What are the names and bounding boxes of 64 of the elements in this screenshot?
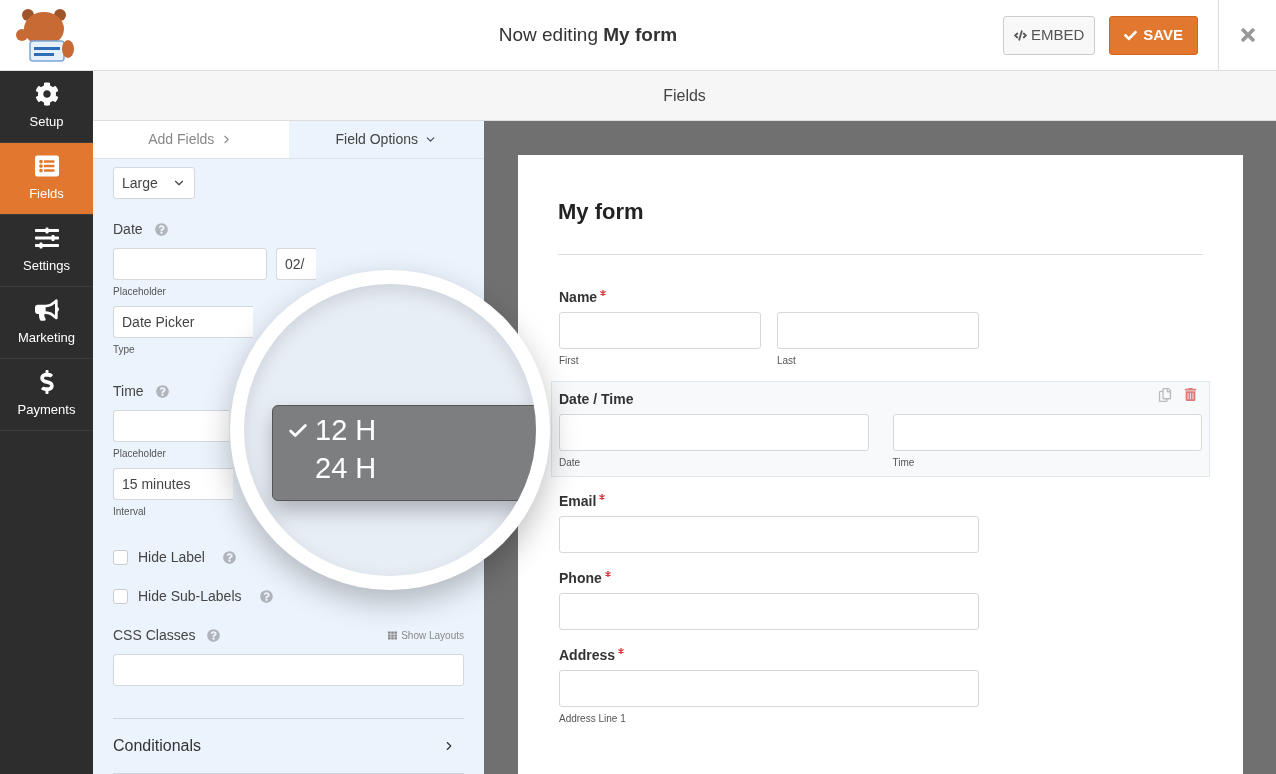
- placeholder-field[interactable]: [113, 248, 267, 280]
- panel-tab[interactable]: Add Fields: [93, 121, 289, 158]
- conditionals-row[interactable]: Conditionals: [113, 719, 464, 773]
- sublabel: Type: [113, 343, 136, 357]
- text-field[interactable]: [559, 670, 979, 707]
- sublabel: Time: [892, 456, 916, 470]
- field-label: Address: [559, 646, 616, 664]
- sublabel: Last: [777, 354, 797, 368]
- checkbox[interactable]: [113, 589, 128, 604]
- grid-icon: [388, 631, 398, 640]
- window-title: Now editing My form: [498, 22, 678, 47]
- text-field[interactable]: [559, 593, 979, 630]
- checkbox[interactable]: [113, 550, 128, 565]
- option-label: Date: [113, 220, 143, 239]
- menu-item-label: 12 H: [315, 413, 377, 449]
- menu-item-label: 24 H: [315, 451, 377, 487]
- field-label: Name: [559, 288, 598, 306]
- embed-button[interactable]: EMBED: [1002, 15, 1096, 55]
- option-label: CSS Classes: [113, 626, 196, 645]
- help-icon[interactable]: [154, 223, 168, 236]
- interval-select[interactable]: 15 minutes: [113, 468, 233, 500]
- field-label: Phone: [559, 569, 602, 587]
- type-select[interactable]: Date Picker: [113, 306, 253, 338]
- gear-icon: [34, 81, 59, 106]
- text-field[interactable]: [777, 312, 979, 349]
- sublabel: Placeholder: [113, 447, 167, 461]
- text-field[interactable]: [559, 414, 869, 451]
- checkbox-label: Hide Label: [138, 548, 205, 567]
- delete-icon[interactable]: [1184, 388, 1197, 401]
- size-select[interactable]: Large: [113, 167, 195, 199]
- list-icon: [34, 153, 59, 178]
- megaphone-icon: [34, 297, 59, 322]
- code-icon: [1013, 28, 1027, 42]
- checkbox-label: Hide Sub-Labels: [138, 587, 242, 606]
- field-label: Email: [559, 492, 597, 510]
- help-icon[interactable]: [259, 590, 273, 603]
- help-icon[interactable]: [207, 629, 221, 642]
- menu-item[interactable]: 24 H: [273, 450, 413, 488]
- sliders-icon: [34, 225, 59, 250]
- help-icon[interactable]: [222, 551, 236, 564]
- text-field[interactable]: [559, 312, 761, 349]
- form-title: My form: [558, 198, 645, 226]
- check-icon: [1124, 28, 1138, 42]
- sublabel: Date: [559, 456, 582, 470]
- form-field[interactable]: Name First Last: [551, 285, 1210, 381]
- text-field[interactable]: [892, 414, 1202, 451]
- field-label: Date / Time: [559, 390, 634, 408]
- date-format-field[interactable]: 02/: [276, 248, 316, 280]
- sublabel: First: [559, 354, 580, 368]
- form-field[interactable]: Date / Time Date Time: [551, 381, 1210, 477]
- option-label: Time: [113, 382, 144, 401]
- css-classes-field[interactable]: [113, 654, 464, 686]
- section-title: Fields: [663, 85, 706, 106]
- form-field[interactable]: Email: [551, 489, 1210, 566]
- sublabel: Address Line 1: [559, 712, 627, 726]
- sublabel: Placeholder: [113, 285, 167, 299]
- menu-item[interactable]: 12 H: [273, 412, 413, 450]
- placeholder-field[interactable]: [113, 410, 229, 442]
- text-field[interactable]: [559, 516, 979, 553]
- form-field[interactable]: Address Address Line 1: [551, 643, 1210, 739]
- help-icon[interactable]: [155, 385, 169, 398]
- duplicate-icon[interactable]: [1158, 388, 1172, 402]
- sublabel: Interval: [113, 505, 147, 519]
- form-field[interactable]: Phone: [551, 566, 1210, 643]
